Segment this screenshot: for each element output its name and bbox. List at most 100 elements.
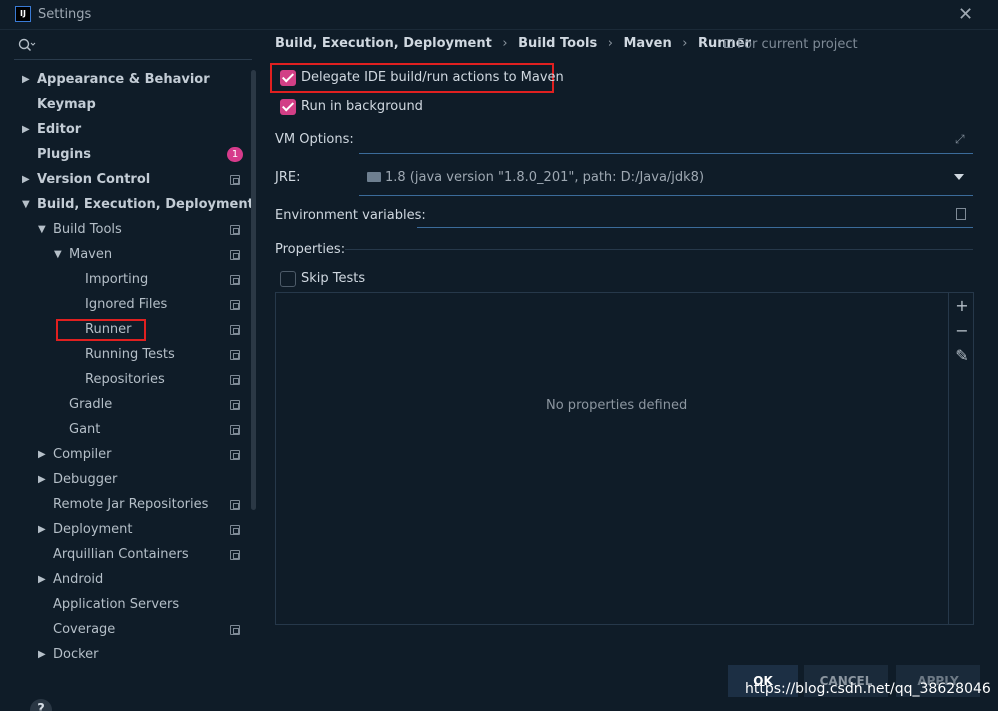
project-scope-icon	[724, 39, 733, 48]
tree-item-label: Keymap	[37, 97, 96, 112]
breadcrumb: Build, Execution, Deployment › Build Too…	[275, 36, 757, 56]
jre-value: 1.8 (java version "1.8.0_201", path: D:/…	[367, 170, 704, 185]
delegate-to-maven-checkbox[interactable]: Delegate IDE build/run actions to Maven	[280, 69, 564, 89]
tree-item-label: Docker	[53, 647, 99, 662]
breadcrumb-separator: ›	[682, 36, 688, 51]
tree-item[interactable]: Importing	[8, 267, 258, 292]
tree-item[interactable]: ▶ Appearance & Behavior	[8, 67, 258, 92]
skip-tests-checkbox[interactable]: Skip Tests	[280, 270, 380, 290]
properties-table[interactable]: No properties defined + − ✎	[275, 292, 974, 625]
chevron-right-icon[interactable]: ▶	[22, 67, 30, 92]
env-variables-label: Environment variables:	[275, 208, 426, 223]
tree-item-label: Arquillian Containers	[53, 547, 189, 562]
breadcrumb-item[interactable]: Build, Execution, Deployment	[275, 36, 492, 51]
chevron-right-icon[interactable]: ▶	[38, 467, 46, 492]
tree-item[interactable]: Running Tests	[8, 342, 258, 367]
settings-tree: ▶ Appearance & Behavior Keymap ▶ Editor Plugi…	[8, 67, 258, 667]
jre-value-text: 1.8 (java version "1.8.0_201", path: D:/…	[385, 170, 705, 185]
runner-settings-panel: Build, Execution, Deployment › Build Too…	[258, 30, 998, 711]
search-icon	[18, 38, 36, 52]
project-scope-icon	[230, 300, 240, 310]
tree-item[interactable]: ▼ Maven	[8, 242, 258, 267]
tree-item[interactable]: Gant	[8, 417, 258, 442]
tree-item[interactable]: Keymap	[8, 92, 258, 117]
checkbox-checked-icon[interactable]	[280, 70, 296, 86]
chevron-down-icon[interactable]	[954, 174, 964, 180]
edit-pencil-icon[interactable]: ✎	[953, 347, 971, 365]
tree-item-label: Importing	[85, 272, 149, 287]
folder-icon	[367, 172, 381, 182]
checkbox-unchecked-icon[interactable]	[280, 271, 296, 287]
project-scope-icon	[230, 625, 240, 635]
search-input[interactable]	[14, 34, 252, 60]
tree-item-label: Version Control	[37, 172, 151, 187]
tree-item-label: Android	[53, 572, 104, 587]
delegate-label: Delegate IDE build/run actions to Maven	[301, 70, 564, 85]
chevron-right-icon[interactable]: ▶	[38, 517, 46, 542]
tree-item[interactable]: ▶ Version Control	[8, 167, 258, 192]
chevron-down-icon[interactable]: ▼	[38, 217, 46, 242]
edit-document-icon[interactable]	[956, 208, 966, 220]
chevron-right-icon[interactable]: ▶	[38, 442, 46, 467]
tree-item[interactable]: Coverage	[8, 617, 258, 642]
tree-item[interactable]: Application Servers	[8, 592, 258, 617]
project-scope-icon	[230, 450, 240, 460]
run-in-background-checkbox[interactable]: Run in background	[280, 98, 450, 118]
project-scope-icon	[230, 400, 240, 410]
jre-label: JRE:	[275, 170, 301, 185]
help-button[interactable]: ?	[30, 699, 52, 711]
tree-item[interactable]: ▼ Build, Execution, Deployment	[8, 192, 258, 217]
chevron-right-icon[interactable]: ▶	[22, 117, 30, 142]
sidebar-scrollbar[interactable]	[251, 70, 256, 510]
project-scope-icon	[230, 500, 240, 510]
project-scope-icon	[230, 525, 240, 535]
window-title: Settings	[38, 7, 92, 22]
settings-sidebar: ▶ Appearance & Behavior Keymap ▶ Editor Plugi…	[8, 30, 258, 711]
project-scope-icon	[230, 350, 240, 360]
skip-tests-label: Skip Tests	[301, 271, 366, 286]
tree-item-label: Plugins	[37, 147, 91, 162]
tree-item[interactable]: Plugins 1	[8, 142, 258, 167]
title-bar: IJ Settings ✕	[0, 0, 998, 30]
tree-item[interactable]: Remote Jar Repositories	[8, 492, 258, 517]
tree-item-label: Application Servers	[53, 597, 180, 612]
project-scope-icon	[230, 325, 240, 335]
chevron-right-icon[interactable]: ▶	[38, 567, 46, 592]
tree-item[interactable]: ▶ Deployment	[8, 517, 258, 542]
remove-icon[interactable]: −	[953, 322, 971, 340]
chevron-right-icon[interactable]: ▶	[38, 642, 46, 667]
checkbox-checked-icon[interactable]	[280, 99, 296, 115]
tree-item-label: Build Tools	[53, 222, 122, 237]
tree-item-label: Gant	[69, 422, 101, 437]
tree-item[interactable]: ▶ Debugger	[8, 467, 258, 492]
properties-label: Properties:	[275, 242, 346, 257]
tree-item[interactable]: Arquillian Containers	[8, 542, 258, 567]
tree-item[interactable]: ▼ Build Tools	[8, 217, 258, 242]
tree-item-label: Appearance & Behavior	[37, 72, 210, 87]
tree-item[interactable]: ▶ Compiler	[8, 442, 258, 467]
breadcrumb-item[interactable]: Build Tools	[518, 36, 597, 51]
chevron-right-icon[interactable]: ▶	[22, 167, 30, 192]
tree-item[interactable]: Ignored Files	[8, 292, 258, 317]
intellij-logo-icon: IJ	[15, 6, 31, 22]
chevron-down-icon[interactable]: ▼	[22, 192, 30, 217]
close-icon[interactable]: ✕	[958, 4, 973, 25]
tree-item[interactable]: Runner	[8, 317, 258, 342]
tree-item[interactable]: Repositories	[8, 367, 258, 392]
scope-text: For current project	[737, 37, 858, 52]
breadcrumb-item[interactable]: Maven	[623, 36, 671, 51]
project-scope-icon	[230, 550, 240, 560]
tree-item[interactable]: ▶ Docker	[8, 642, 258, 667]
chevron-down-icon[interactable]: ▼	[54, 242, 62, 267]
vm-options-field[interactable]	[359, 134, 973, 154]
tree-item[interactable]: ▶ Editor	[8, 117, 258, 142]
scope-label: For current project	[724, 37, 858, 52]
tree-item-label: Gradle	[69, 397, 113, 412]
expand-icon[interactable]: ⤢	[955, 132, 967, 146]
tree-item[interactable]: Gradle	[8, 392, 258, 417]
add-icon[interactable]: +	[953, 297, 971, 315]
tree-item-label: Debugger	[53, 472, 118, 487]
tree-item[interactable]: ▶ Android	[8, 567, 258, 592]
env-variables-field[interactable]	[417, 208, 973, 228]
tree-item-label: Repositories	[85, 372, 165, 387]
